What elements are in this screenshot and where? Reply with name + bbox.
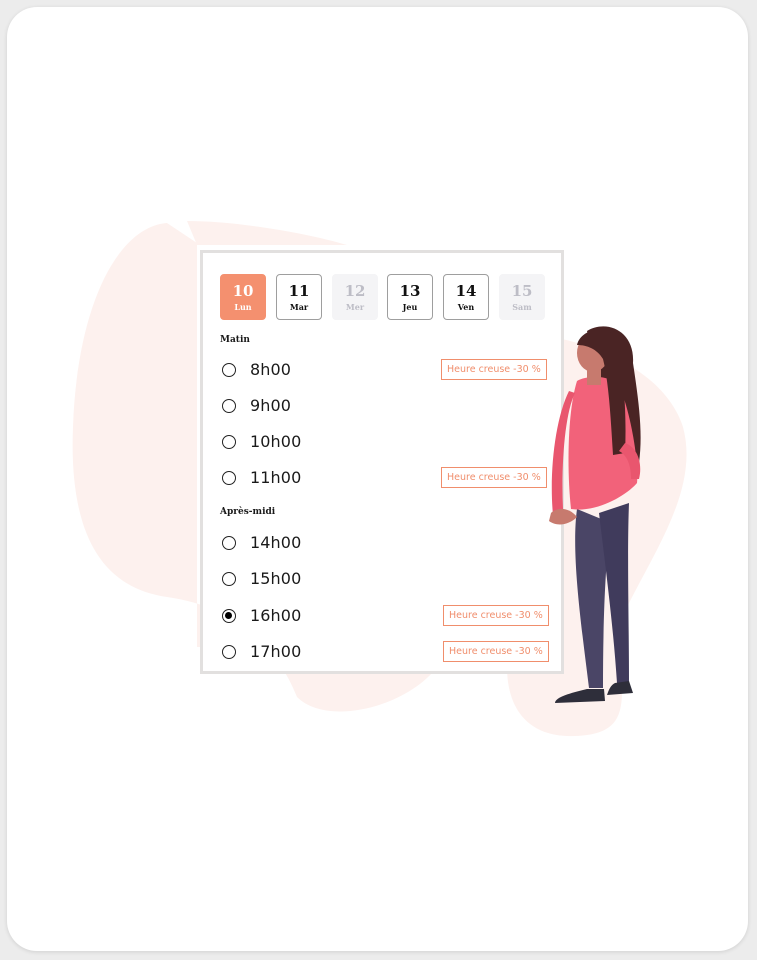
radio-button[interactable] xyxy=(222,435,236,449)
time-slot-16h00[interactable]: 16h00 Heure creuse -30 % xyxy=(220,604,550,630)
day-button-15: 15 Sam xyxy=(499,274,545,320)
day-name: Mer xyxy=(345,302,365,312)
slot-time: 8h00 xyxy=(250,360,292,379)
slot-time: 14h00 xyxy=(250,533,302,552)
day-number: 10 xyxy=(232,282,254,300)
radio-button[interactable] xyxy=(222,572,236,586)
slot-time: 11h00 xyxy=(250,468,302,487)
time-slot-14h00[interactable]: 14h00 xyxy=(220,531,550,557)
day-number: 13 xyxy=(399,282,421,300)
section-title-morning: Matin xyxy=(220,335,250,345)
time-slot-11h00[interactable]: 11h00 Heure creuse -30 % xyxy=(220,466,550,492)
day-number: 12 xyxy=(344,282,366,300)
off-peak-badge: Heure creuse -30 % xyxy=(443,641,549,662)
day-button-12: 12 Mer xyxy=(332,274,378,320)
day-button-14[interactable]: 14 Ven xyxy=(443,274,489,320)
radio-button[interactable] xyxy=(222,645,236,659)
day-name: Mar xyxy=(289,302,309,312)
slot-time: 10h00 xyxy=(250,432,302,451)
slot-time: 16h00 xyxy=(250,606,302,625)
off-peak-badge: Heure creuse -30 % xyxy=(441,359,547,380)
radio-button[interactable] xyxy=(222,399,236,413)
day-number: 11 xyxy=(288,282,310,300)
day-number: 14 xyxy=(455,282,477,300)
radio-button[interactable] xyxy=(222,471,236,485)
time-slot-10h00[interactable]: 10h00 xyxy=(220,430,550,456)
woman-standing-illustration xyxy=(549,326,641,703)
time-slot-9h00[interactable]: 9h00 xyxy=(220,394,550,420)
radio-button[interactable] xyxy=(222,609,236,623)
day-name: Ven xyxy=(457,302,475,312)
time-slot-15h00[interactable]: 15h00 xyxy=(220,567,550,593)
day-button-11[interactable]: 11 Mar xyxy=(276,274,322,320)
booking-panel: 10 Lun 11 Mar 12 Mer 13 Jeu 14 Ven 15 Sa… xyxy=(200,250,564,674)
radio-button[interactable] xyxy=(222,363,236,377)
section-title-afternoon: Après-midi xyxy=(220,507,276,517)
time-slot-8h00[interactable]: 8h00 Heure creuse -30 % xyxy=(220,358,550,384)
day-button-13[interactable]: 13 Jeu xyxy=(387,274,433,320)
off-peak-badge: Heure creuse -30 % xyxy=(443,605,549,626)
day-name: Lun xyxy=(234,302,252,312)
day-name: Jeu xyxy=(402,302,418,312)
slot-time: 9h00 xyxy=(250,396,292,415)
radio-button[interactable] xyxy=(222,536,236,550)
day-button-10[interactable]: 10 Lun xyxy=(220,274,266,320)
slot-time: 15h00 xyxy=(250,569,302,588)
day-number: 15 xyxy=(511,282,533,300)
slot-time: 17h00 xyxy=(250,642,302,661)
off-peak-badge: Heure creuse -30 % xyxy=(441,467,547,488)
card: 10 Lun 11 Mar 12 Mer 13 Jeu 14 Ven 15 Sa… xyxy=(7,7,748,951)
day-name: Sam xyxy=(512,302,532,312)
time-slot-17h00[interactable]: 17h00 Heure creuse -30 % xyxy=(220,640,550,666)
